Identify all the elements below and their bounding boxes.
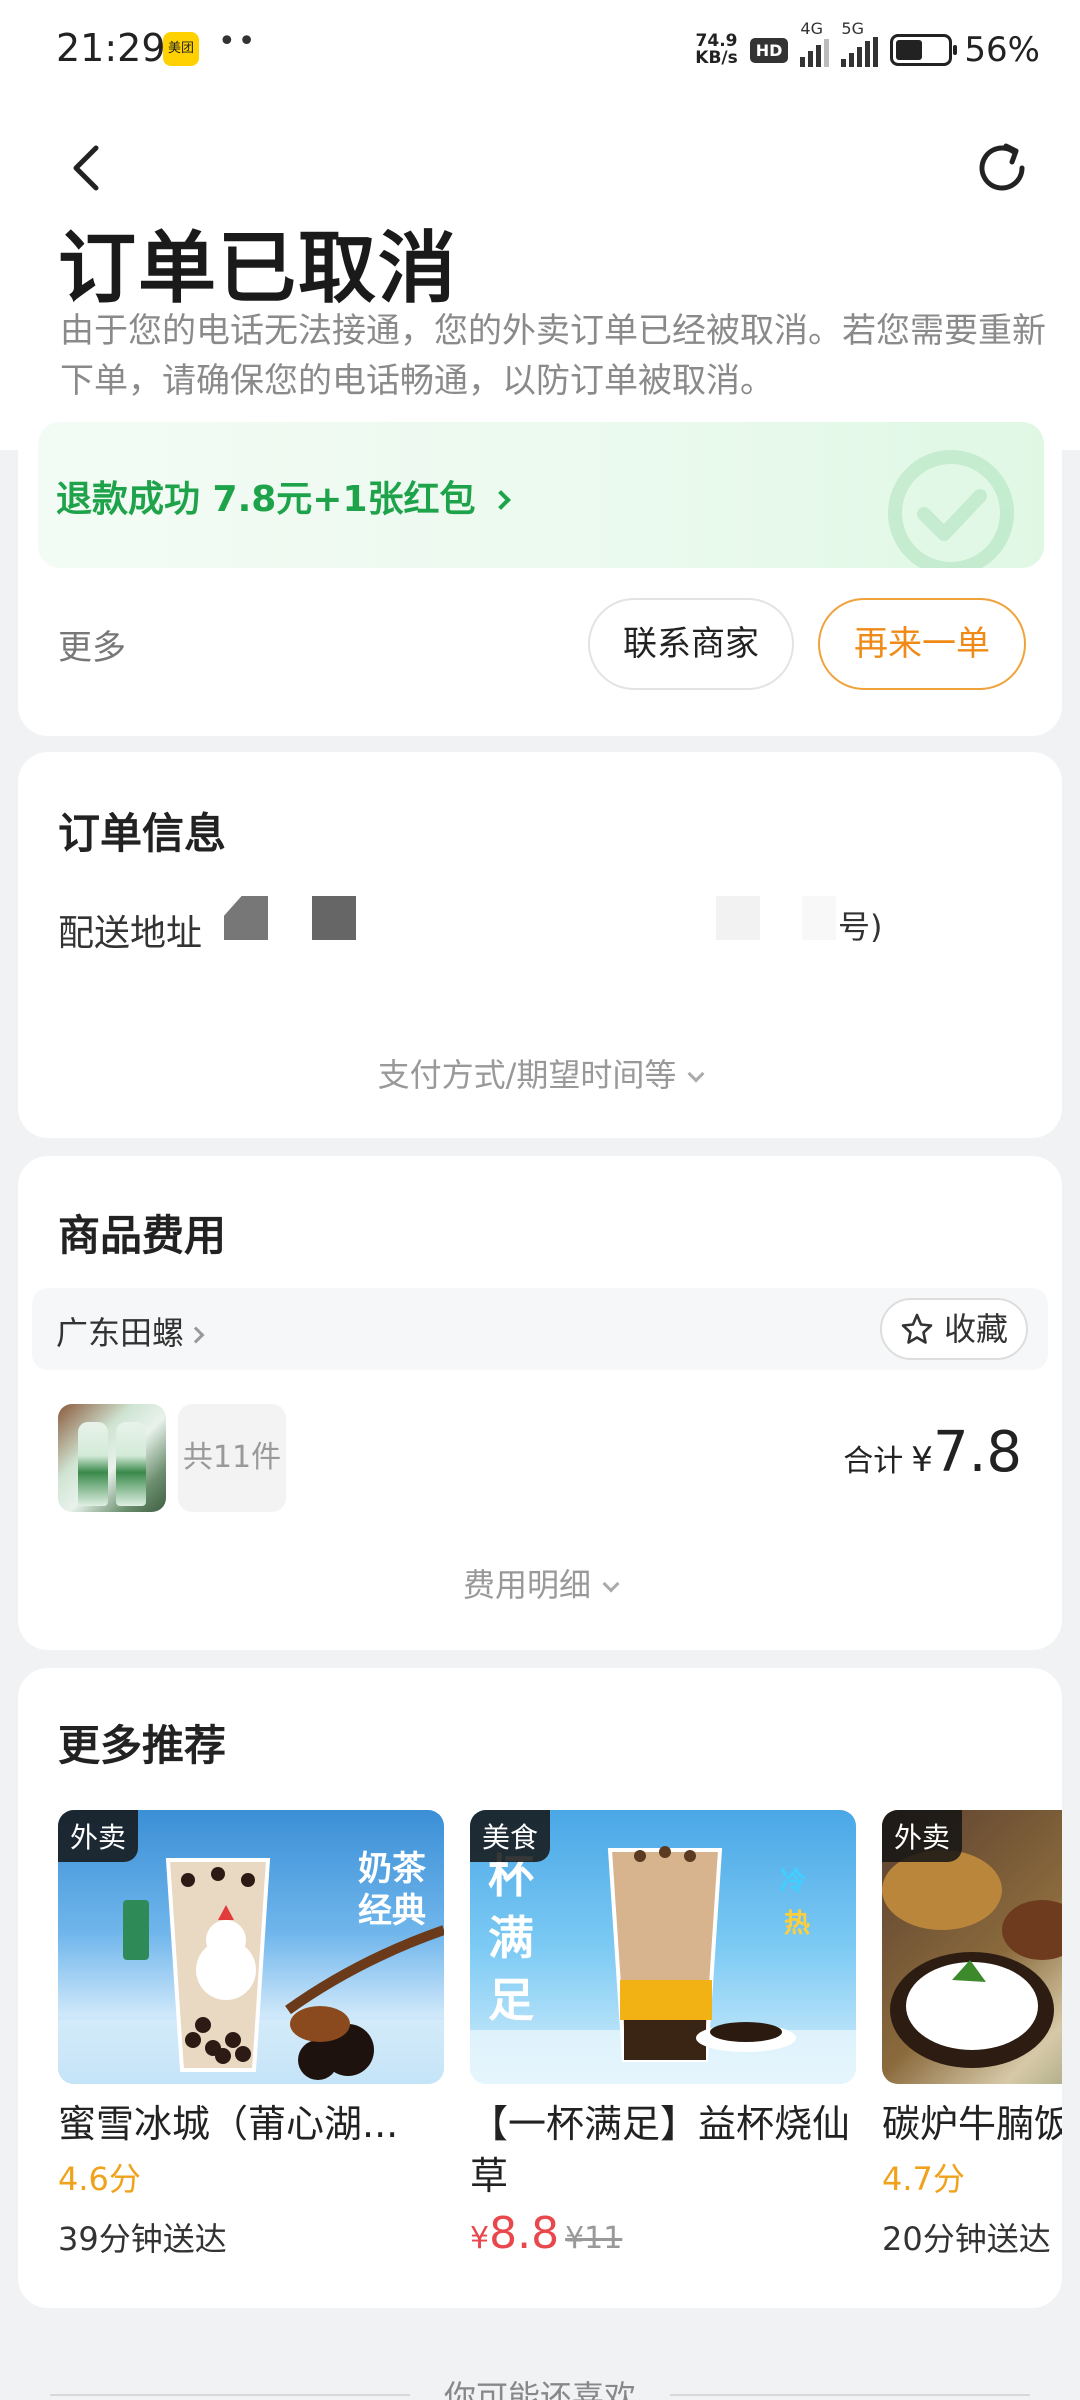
address-label: 配送地址 [58,913,203,954]
refund-banner[interactable]: 退款成功 7.8元+1张红包 [38,422,1044,568]
battery-icon [890,34,958,66]
status-bar: 21:29 美团 •• 74.9 KB/s HD 4G 5G 56% [0,0,1080,100]
address-tail: 号) [838,908,883,946]
chevron-right-icon [491,490,511,510]
recommend-score: 4.7分 [882,2160,965,2198]
svg-text:奶茶: 奶茶 [358,1849,427,1889]
star-icon [901,1313,933,1344]
more-notifications-icon: •• [218,24,258,59]
chevron-right-icon [187,1326,205,1344]
order-info-title: 订单信息 [58,809,227,858]
recommend-score: 4.6分 [58,2160,141,2198]
recommend-image: 杯 满 足 冷 热 美食 [470,1810,856,2084]
product-thumbnail[interactable] [58,1404,166,1512]
shop-link[interactable]: 广东田螺 [56,1308,205,1354]
back-icon[interactable] [58,138,118,198]
chevron-down-icon [602,1575,620,1593]
recommend-item[interactable]: 外卖 碳炉牛腩饭 4.7分 20分钟送达 [882,1810,1062,2260]
recommend-item[interactable]: 奶茶 经典 外卖 蜜雪冰城（莆心湖... 4.6分 39分钟送达 [58,1810,444,2260]
cancel-reason-text: 由于您的电话无法接通，您的外卖订单已经被取消。若您需要重新下单，请确保您的电话畅… [60,311,1046,401]
battery-percent: 56% [964,30,1040,70]
more-button[interactable]: 更多 [58,620,126,669]
food-tag: 美食 [470,1810,551,1862]
recommend-name: 【一杯满足】益杯烧仙草 [470,2102,851,2198]
recommend-image: 外卖 [882,1810,1062,2084]
recommend-price: ¥8.8 ¥11 [470,2208,623,2259]
network-speed: 74.9 KB/s [695,31,738,68]
delivery-time: 39分钟送达 [58,2220,227,2258]
recommend-image: 奶茶 经典 外卖 [58,1810,444,2084]
fee-detail-expand[interactable]: 费用明细 [18,1560,1062,1606]
redacted-address [312,896,356,940]
contact-merchant-button[interactable]: 联系商家 [588,598,794,690]
delivery-tag: 外卖 [58,1810,139,1862]
goods-fee-title: 商品费用 [58,1211,227,1260]
favorite-button[interactable]: 收藏 [880,1298,1028,1360]
checkmark-icon [888,450,1014,568]
redacted-address [802,896,836,940]
order-status-card: 订单已取消 由于您的电话无法接通，您的外卖订单已经被取消。若您需要重新下单，请确… [18,100,1062,736]
recommend-item[interactable]: 杯 满 足 冷 热 美食 【一杯满足】益杯烧仙草 ¥8.8 ¥11 [470,1810,856,2259]
order-info-card: 订单信息 配送地址 号) 支付方式/期望时间等 [18,752,1062,1138]
page-title: 订单已取消 [58,224,459,314]
svg-text:经典: 经典 [358,1891,426,1931]
svg-text:足: 足 [488,1973,534,2027]
refresh-icon[interactable] [970,136,1034,200]
delivery-time: 20分钟送达 [882,2220,1051,2258]
hd-voice-icon: HD [749,37,789,63]
status-time: 21:29 [56,26,166,70]
order-total: 合计 ¥7.8 [843,1420,1022,1485]
svg-text:冷: 冷 [780,1866,806,1897]
recommend-title: 更多推荐 [58,1721,227,1770]
shop-row: 广东田螺 收藏 [32,1288,1048,1370]
status-indicators: 74.9 KB/s HD 4G 5G 56% [695,19,1040,72]
redacted-address [224,896,268,940]
svg-text:满: 满 [488,1911,534,1965]
item-count[interactable]: 共11件 [178,1404,286,1512]
meituan-app-icon: 美团 [163,32,199,66]
refund-status[interactable]: 退款成功 7.8元+1张红包 [56,470,511,522]
svg-text:热: 热 [784,1909,810,1939]
5g-signal-icon: 5G [841,19,879,71]
goods-fee-card: 商品费用 广东田螺 收藏 共11件 合计 ¥7.8 费用明细 [18,1156,1062,1650]
recommend-card: 更多推荐 奶茶 经典 外卖 蜜雪冰城（莆心湖... 4.6分 39分钟送达 杯 … [18,1668,1062,2308]
payment-time-expand[interactable]: 支付方式/期望时间等 [18,1050,1062,1096]
recommend-name: 蜜雪冰城（莆心湖... [58,2102,399,2146]
4g-signal-icon: 4G [800,19,830,71]
you-may-like-heading: 你可能还喜欢 [443,2378,636,2400]
chevron-down-icon [687,1065,705,1083]
delivery-tag: 外卖 [882,1810,963,1862]
recommend-name: 碳炉牛腩饭 [882,2102,1062,2146]
redacted-address [716,896,760,940]
reorder-button[interactable]: 再来一单 [818,598,1026,690]
